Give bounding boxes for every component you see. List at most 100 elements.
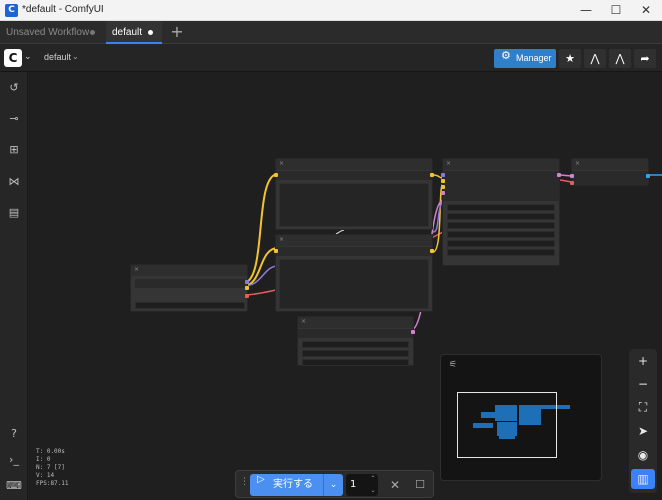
sampler-name-field[interactable] — [447, 240, 555, 247]
node-output-slots — [135, 279, 245, 288]
drag-handle-icon[interactable]: ⋮ — [240, 477, 249, 487]
prompt-textarea[interactable] — [279, 183, 429, 227]
port-vae-in[interactable] — [570, 181, 574, 185]
tab-default[interactable]: default — [106, 21, 162, 44]
minimize-button[interactable]: — — [571, 0, 601, 21]
help-icon[interactable]: ? — [4, 424, 24, 444]
node-vae-decode[interactable]: × — [570, 158, 650, 186]
node-io-slots — [276, 171, 432, 180]
node-header: × — [276, 159, 432, 170]
port-clip-in[interactable] — [274, 173, 278, 177]
seed-field[interactable] — [447, 204, 555, 211]
toggle-links-icon[interactable]: ◉ — [631, 445, 655, 465]
close-icon[interactable]: × — [279, 236, 284, 243]
star-icon[interactable]: ★ — [559, 49, 581, 68]
comfyui-window: C *default - ComfyUI — ☐ ✕ Unsaved Workf… — [0, 0, 662, 500]
window-title: *default - ComfyUI — [22, 4, 104, 15]
node-positive-prompt[interactable]: × — [274, 158, 434, 230]
close-icon[interactable]: × — [134, 266, 139, 273]
port-positive-in[interactable] — [441, 179, 445, 183]
prompt-textarea[interactable] — [279, 259, 429, 309]
model-library-icon[interactable]: ⋈ — [4, 172, 24, 192]
port-model[interactable] — [245, 280, 249, 284]
cancel-icon[interactable]: ✕ — [386, 476, 404, 494]
node-library-icon[interactable]: ⊞ — [4, 140, 24, 160]
chevron-down-icon[interactable]: ⌄ — [24, 52, 32, 62]
run-options-chevron-icon[interactable]: ⌄ — [323, 474, 343, 496]
node-ksampler[interactable]: × — [441, 158, 561, 266]
node-load-checkpoint[interactable]: × — [130, 264, 249, 312]
node-header: × — [443, 159, 559, 170]
model-alt-icon[interactable]: ⋀ — [609, 49, 631, 68]
node-negative-prompt[interactable]: × — [274, 234, 434, 312]
close-icon[interactable]: × — [301, 318, 306, 325]
play-icon: ▷ — [257, 474, 265, 485]
stat-nodes: N: 7 [7] — [36, 464, 65, 471]
port-model-in[interactable] — [441, 173, 445, 177]
toolbar: C ⌄ default ⌄ ⚙ Manager ★ ⋀ ⋀ ➦ — [0, 44, 662, 72]
control-after-generate-field[interactable] — [447, 213, 555, 220]
manager-label: Manager — [516, 53, 552, 63]
node-header: × — [276, 235, 432, 246]
comfy-logo-button[interactable]: C — [4, 49, 22, 67]
scheduler-field[interactable] — [447, 249, 555, 256]
share-icon[interactable]: ➦ — [634, 49, 656, 68]
node-io-slots — [443, 171, 559, 201]
chevron-down-icon[interactable]: ⌄ — [72, 52, 79, 61]
stat-time: T: 0.00s — [36, 448, 65, 455]
port-clip-in[interactable] — [274, 249, 278, 253]
width-field[interactable] — [302, 341, 409, 348]
puzzle-icon: ⚙ — [501, 49, 511, 62]
close-button[interactable]: ✕ — [631, 0, 661, 21]
select-mode-icon[interactable]: ➤ — [631, 421, 655, 441]
chevron-up-icon[interactable]: ⌃ — [368, 474, 378, 484]
port-conditioning-out[interactable] — [430, 173, 434, 177]
close-icon[interactable]: × — [446, 160, 451, 167]
steps-field[interactable] — [447, 222, 555, 229]
minimap[interactable]: ⚟ — [440, 354, 602, 481]
workflows-icon[interactable]: ▤ — [4, 203, 24, 223]
port-latent-in[interactable] — [441, 191, 445, 195]
tab-unsaved-workflow[interactable]: Unsaved Workflow — [0, 21, 105, 44]
workflow-name[interactable]: default — [44, 52, 71, 62]
node-header: × — [131, 265, 247, 276]
model-icon[interactable]: ⋀ — [584, 49, 606, 68]
maximize-button[interactable]: ☐ — [601, 0, 631, 21]
clear-queue-icon[interactable]: ☐ — [411, 476, 429, 494]
run-bar: ⋮ ▷ 実行する ⌄ 1 ⌃ ⌄ ✕ ☐ — [235, 470, 434, 498]
ckpt-name-field[interactable] — [135, 302, 245, 309]
zoom-out-icon[interactable]: − — [631, 374, 655, 394]
app-icon: C — [5, 4, 18, 17]
cfg-field[interactable] — [447, 231, 555, 238]
minimap-settings-icon[interactable]: ⚟ — [449, 360, 457, 370]
minimap-viewport[interactable] — [457, 392, 557, 458]
zoom-in-icon[interactable]: + — [631, 351, 655, 371]
terminal-icon[interactable]: ›_ — [4, 450, 24, 470]
batch-size-field[interactable] — [302, 359, 409, 366]
fit-view-icon[interactable]: ⛶ — [631, 397, 655, 417]
manager-button[interactable]: ⚙ Manager — [494, 49, 556, 68]
port-clip[interactable] — [245, 286, 249, 290]
chevron-down-icon[interactable]: ⌄ — [368, 486, 378, 496]
port-latent-out[interactable] — [557, 173, 561, 177]
port-samples-in[interactable] — [570, 174, 574, 178]
node-header: × — [298, 317, 413, 328]
queue-icon[interactable]: ⊸ — [4, 109, 24, 129]
title-bar: C *default - ComfyUI — ☐ ✕ — [0, 0, 662, 21]
node-io-slots — [572, 171, 648, 185]
history-icon[interactable]: ↺ — [4, 78, 24, 98]
close-icon[interactable]: × — [575, 160, 580, 167]
keyboard-icon[interactable]: ⌨ — [4, 476, 24, 496]
port-latent-out[interactable] — [411, 330, 415, 334]
canvas-controls: + − ⛶ ➤ ◉ ▥ — [629, 349, 657, 493]
node-empty-latent[interactable]: × — [297, 316, 415, 366]
add-tab-button[interactable]: + — [168, 23, 186, 41]
close-icon[interactable]: × — [279, 160, 284, 167]
toggle-minimap-icon[interactable]: ▥ — [631, 469, 655, 489]
run-button[interactable]: ▷ 実行する — [250, 474, 323, 496]
port-negative-in[interactable] — [441, 185, 445, 189]
port-vae[interactable] — [245, 294, 249, 298]
height-field[interactable] — [302, 350, 409, 357]
port-conditioning-out[interactable] — [430, 249, 434, 253]
port-image-out[interactable] — [646, 174, 650, 178]
